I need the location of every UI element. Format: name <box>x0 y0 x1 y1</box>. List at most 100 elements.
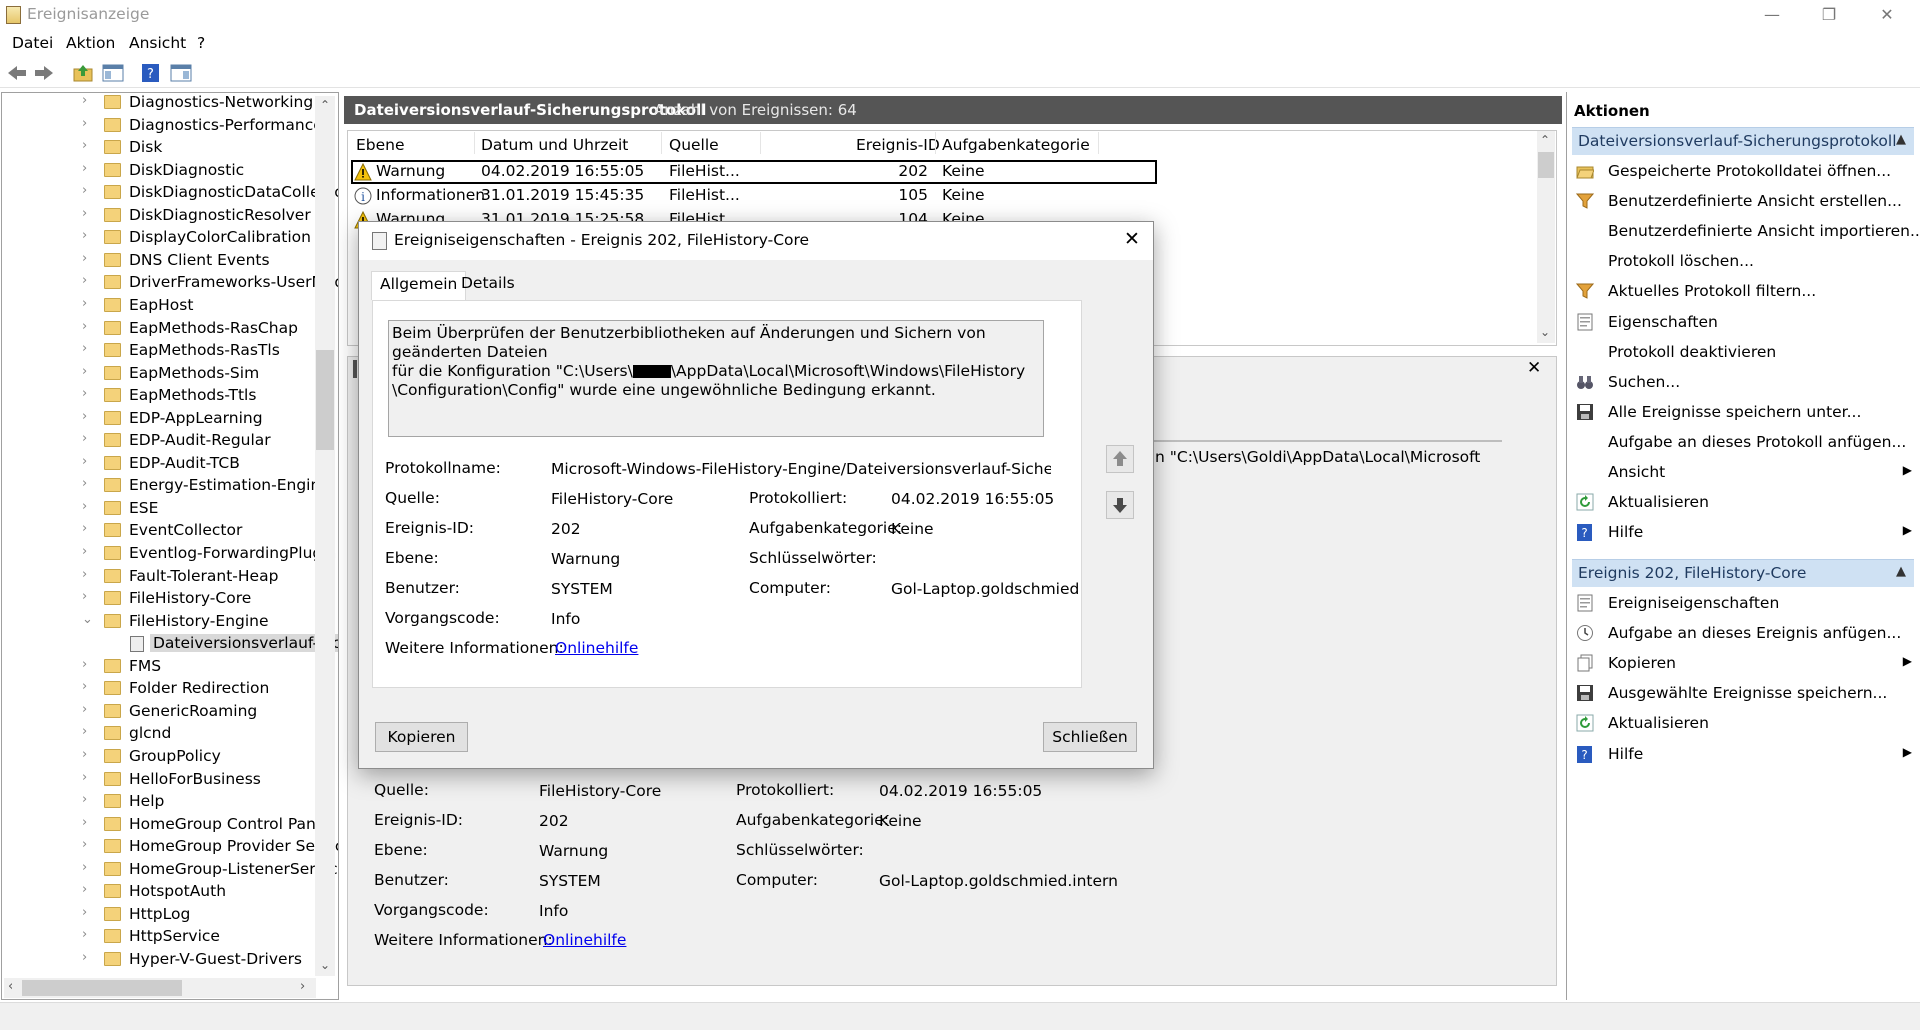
tree-item[interactable]: › glcnd <box>2 723 316 745</box>
action-item[interactable]: Benutzerdefinierte Ansicht erstellen... <box>1574 189 1914 215</box>
action-item[interactable]: Benutzerdefinierte Ansicht importieren..… <box>1574 219 1920 245</box>
tree-item[interactable]: › ESE <box>2 498 316 520</box>
action-item[interactable]: Aktualisieren <box>1574 490 1914 516</box>
tree-item[interactable]: › Disk <box>2 137 316 159</box>
menu-ansicht[interactable]: Ansicht <box>129 34 186 52</box>
table-row-selected[interactable] <box>351 160 1157 184</box>
column-header-level[interactable]: Ebene <box>356 136 405 154</box>
collapsed-chevron-icon[interactable]: › <box>82 454 87 469</box>
tree-vertical-scrollbar[interactable] <box>315 96 335 976</box>
column-header-task-category[interactable]: Aufgabenkategorie <box>942 136 1090 154</box>
show-hide-console-tree-icon[interactable] <box>102 63 124 83</box>
action-item[interactable]: Kopieren ▶ <box>1574 651 1914 677</box>
tab-details[interactable]: Details <box>453 271 523 300</box>
back-arrow-icon[interactable] <box>6 63 28 83</box>
forward-arrow-icon[interactable] <box>33 63 55 83</box>
actions-section-log[interactable]: Dateiversionsverlauf-Sicherungsprotokoll… <box>1572 127 1914 155</box>
collapsed-chevron-icon[interactable]: › <box>82 724 87 739</box>
tree-item[interactable]: › Hyper-V-Guest-Drivers <box>2 949 316 971</box>
collapsed-chevron-icon[interactable]: › <box>82 341 87 356</box>
tree-item[interactable]: › Help <box>2 791 316 813</box>
collapsed-chevron-icon[interactable]: › <box>82 409 87 424</box>
column-header-date[interactable]: Datum und Uhrzeit <box>481 136 628 154</box>
action-item[interactable]: Eigenschaften <box>1574 310 1914 336</box>
menu-aktion[interactable]: Aktion <box>66 34 115 52</box>
column-header-event-id[interactable]: Ereignis-ID <box>856 136 940 154</box>
collapsed-chevron-icon[interactable]: › <box>82 138 87 153</box>
restore-button[interactable]: ❐ <box>1806 0 1852 31</box>
action-item[interactable]: Ansicht ▶ <box>1574 460 1914 486</box>
dialog-close-icon[interactable]: ✕ <box>1124 228 1140 250</box>
collapsed-chevron-icon[interactable]: › <box>82 431 87 446</box>
event-message-textbox[interactable]: Beim Überprüfen der Benutzerbibliotheken… <box>388 320 1044 437</box>
close-window-button[interactable]: ✕ <box>1864 0 1910 31</box>
collapsed-chevron-icon[interactable]: › <box>82 567 87 582</box>
action-item[interactable]: Protokoll löschen... <box>1574 249 1914 275</box>
collapsed-chevron-icon[interactable]: › <box>82 273 87 288</box>
collapsed-chevron-icon[interactable]: › <box>82 319 87 334</box>
column-separator[interactable] <box>661 132 662 154</box>
action-item[interactable]: Aufgabe an dieses Protokoll anfügen... <box>1574 430 1914 456</box>
tree-item[interactable]: ⌄ FileHistory-Engine <box>2 611 316 633</box>
scroll-up-arrow-icon[interactable]: ⌃ <box>320 98 330 112</box>
minimize-button[interactable]: — <box>1749 0 1795 31</box>
expanded-chevron-icon[interactable]: ⌄ <box>82 612 93 627</box>
close-button[interactable]: Schließen <box>1043 722 1137 752</box>
column-header-source[interactable]: Quelle <box>669 136 719 154</box>
actions-section-event[interactable]: Ereignis 202, FileHistory-Core ▲ <box>1572 559 1914 587</box>
tree-item[interactable]: › HotspotAuth <box>2 881 316 903</box>
show-hide-action-pane-icon[interactable] <box>170 63 192 83</box>
help-icon[interactable]: ? <box>140 63 162 83</box>
tree-item[interactable]: › EDP-Audit-Regular <box>2 430 316 452</box>
tree-item[interactable]: › DisplayColorCalibration <box>2 227 316 249</box>
collapsed-chevron-icon[interactable]: › <box>82 589 87 604</box>
tree-item[interactable]: › HttpService <box>2 926 316 948</box>
tree-item[interactable]: › EventCollector <box>2 520 316 542</box>
collapsed-chevron-icon[interactable]: › <box>82 116 87 131</box>
collapsed-chevron-icon[interactable]: › <box>82 679 87 694</box>
scroll-right-arrow-icon[interactable]: › <box>300 979 305 994</box>
collapsed-chevron-icon[interactable]: › <box>82 93 87 108</box>
collapsed-chevron-icon[interactable]: › <box>82 364 87 379</box>
collapsed-chevron-icon[interactable]: › <box>82 837 87 852</box>
tree-item[interactable]: › GroupPolicy <box>2 746 316 768</box>
tree-item[interactable]: › GenericRoaming <box>2 701 316 723</box>
collapsed-chevron-icon[interactable]: › <box>82 882 87 897</box>
collapsed-chevron-icon[interactable]: › <box>82 950 87 965</box>
tree-item-selected-log[interactable]: Dateiversionsverlauf-Sich <box>2 633 338 655</box>
tree-item[interactable]: › DriverFrameworks-UserMode <box>2 272 338 294</box>
collapsed-chevron-icon[interactable]: › <box>82 183 87 198</box>
scroll-down-arrow-icon[interactable]: ⌄ <box>320 958 330 972</box>
collapsed-chevron-icon[interactable]: › <box>82 251 87 266</box>
action-item[interactable]: Aktuelles Protokoll filtern... <box>1574 279 1914 305</box>
close-preview-icon[interactable]: ✕ <box>1527 358 1541 378</box>
collapsed-chevron-icon[interactable]: › <box>82 905 87 920</box>
action-item[interactable]: ? Hilfe ▶ <box>1574 742 1914 768</box>
tree-item[interactable]: › EDP-AppLearning <box>2 408 316 430</box>
scroll-down-arrow-icon[interactable]: ⌄ <box>1540 325 1550 339</box>
collapsed-chevron-icon[interactable]: › <box>82 161 87 176</box>
online-help-link[interactable]: Onlinehilfe <box>555 639 638 657</box>
tree-item[interactable]: › HttpLog <box>2 904 316 926</box>
collapsed-chevron-icon[interactable]: › <box>82 815 87 830</box>
tree-item[interactable]: › DNS Client Events <box>2 250 316 272</box>
collapsed-chevron-icon[interactable]: › <box>82 206 87 221</box>
action-item[interactable]: Ausgewählte Ereignisse speichern... <box>1574 681 1914 707</box>
tree-item[interactable]: › EapMethods-Sim <box>2 363 316 385</box>
collapsed-chevron-icon[interactable]: › <box>82 521 87 536</box>
collapsed-chevron-icon[interactable]: › <box>82 747 87 762</box>
tree-vertical-scroll-thumb[interactable] <box>316 350 334 450</box>
collapsed-chevron-icon[interactable]: › <box>82 499 87 514</box>
collapsed-chevron-icon[interactable]: › <box>82 476 87 491</box>
column-separator[interactable] <box>760 132 761 154</box>
collapsed-chevron-icon[interactable]: › <box>82 386 87 401</box>
menu-datei[interactable]: Datei <box>12 34 53 52</box>
collapsed-chevron-icon[interactable]: › <box>82 770 87 785</box>
tree-item[interactable]: › EapMethods-RasTls <box>2 340 316 362</box>
tree-item[interactable]: › Diagnostics-Networking <box>2 93 316 114</box>
tree-item[interactable]: › EapHost <box>2 295 316 317</box>
collapsed-chevron-icon[interactable]: › <box>82 702 87 717</box>
collapsed-chevron-icon[interactable]: › <box>82 228 87 243</box>
action-item[interactable]: Alle Ereignisse speichern unter... <box>1574 400 1914 426</box>
collapsed-chevron-icon[interactable]: › <box>82 927 87 942</box>
